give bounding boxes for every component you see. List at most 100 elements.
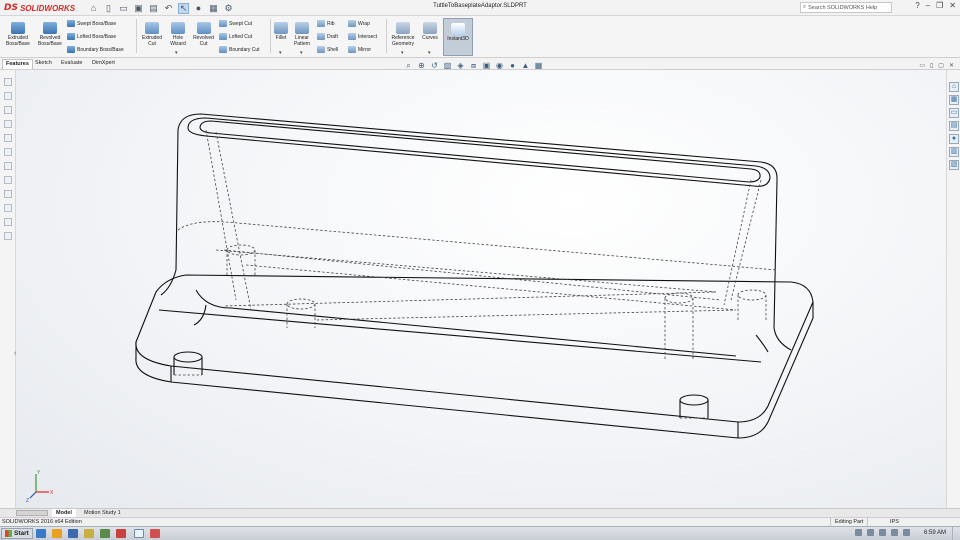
intersect-icon: [348, 33, 356, 40]
display-style-icon[interactable]: ▣: [482, 61, 491, 70]
dynamic-annotation-icon[interactable]: ◈: [456, 61, 465, 70]
zoom-to-area-icon[interactable]: ⊕: [417, 61, 426, 70]
view-palette-icon[interactable]: ▤: [949, 121, 959, 131]
file-explorer-icon[interactable]: ▭: [949, 108, 959, 118]
instant3d-button[interactable]: Instant3D: [443, 18, 473, 56]
volume-icon[interactable]: [903, 529, 910, 536]
feature-tree-icon[interactable]: [4, 78, 12, 86]
shell-label: Shell: [327, 46, 339, 53]
previous-view-icon[interactable]: ↺: [430, 61, 439, 70]
intersect-button[interactable]: Intersect: [348, 33, 377, 40]
reference-geometry-button[interactable]: Reference Geometry: [388, 22, 418, 47]
wall-base-fillet-right: [773, 327, 792, 351]
app-icon[interactable]: [150, 529, 160, 538]
dimxpert-manager-icon[interactable]: [4, 120, 12, 128]
revolved-boss-base-button[interactable]: Revolved Boss/Base: [34, 22, 66, 47]
zoom-to-fit-icon[interactable]: ⌕: [404, 61, 413, 70]
custom-properties-icon[interactable]: ▥: [949, 147, 959, 157]
feature-item-icon[interactable]: [4, 162, 12, 170]
solidworks-taskbar-icon[interactable]: [134, 529, 144, 538]
rib-button[interactable]: Rib: [317, 20, 335, 27]
graphics-viewport[interactable]: Y X Z: [16, 70, 946, 508]
help-search-box[interactable]: ⌕ Search SOLIDWORKS Help: [800, 2, 892, 13]
tab-evaluate[interactable]: Evaluate: [58, 59, 85, 69]
lofted-cut-button[interactable]: Lofted Cut: [219, 33, 252, 40]
view-settings-icon[interactable]: ▦: [534, 61, 543, 70]
apply-scene-icon[interactable]: ▲: [521, 61, 530, 70]
mirror-button[interactable]: Mirror: [348, 46, 371, 53]
revolved-boss-icon: [43, 22, 57, 34]
configuration-manager-icon[interactable]: [4, 106, 12, 114]
hidden-edge: [177, 221, 777, 271]
hole-wizard-button[interactable]: Hole Wizard: [166, 22, 190, 47]
curves-button[interactable]: Curves: [420, 22, 440, 41]
rib-icon: [317, 20, 325, 27]
viewport-tile-icon[interactable]: ▯: [930, 62, 933, 69]
fillet-button[interactable]: Fillet: [272, 22, 290, 41]
app-icon[interactable]: [116, 529, 126, 538]
hide-show-items-icon[interactable]: ◉: [495, 61, 504, 70]
section-view-icon[interactable]: ▧: [443, 61, 452, 70]
tab-dimxpert[interactable]: DimXpert: [89, 59, 118, 69]
design-library-icon[interactable]: ▦: [949, 95, 959, 105]
app-icon[interactable]: [100, 529, 110, 538]
shell-button[interactable]: Shell: [317, 46, 338, 53]
tab-sketch[interactable]: Sketch: [32, 59, 55, 69]
feature-item-icon[interactable]: [4, 190, 12, 198]
edit-appearance-icon[interactable]: ●: [508, 61, 517, 70]
start-button[interactable]: Start: [1, 528, 33, 539]
extruded-cut-button[interactable]: Extruded Cut: [138, 22, 166, 47]
sketch-item-icon[interactable]: [4, 176, 12, 184]
reference-geometry-dropdown-icon[interactable]: ▾: [401, 50, 404, 56]
tab-features[interactable]: Features: [2, 59, 33, 69]
appearances-icon[interactable]: ●: [949, 134, 959, 144]
tab-scroll-arrows[interactable]: [16, 510, 48, 516]
taskbar-clock[interactable]: 6:59 AM: [924, 530, 946, 536]
extruded-boss-base-button[interactable]: Extruded Boss/Base: [3, 22, 33, 47]
show-desktop-button[interactable]: [952, 527, 960, 540]
swept-boss-base-button[interactable]: Swept Boss/Base: [67, 20, 116, 27]
view-orientation-icon[interactable]: ⧈: [469, 61, 478, 70]
draft-button[interactable]: Draft: [317, 33, 338, 40]
hidden-edge: [205, 129, 762, 311]
status-mode: Editing Part: [830, 518, 869, 526]
forum-icon[interactable]: ▧: [949, 160, 959, 170]
feature-item-icon[interactable]: [4, 232, 12, 240]
viewport-close-icon[interactable]: ✕: [949, 62, 954, 69]
folder-icon[interactable]: [84, 529, 94, 538]
lofted-boss-base-button[interactable]: Lofted Boss/Base: [67, 33, 116, 40]
tray-icon[interactable]: [855, 529, 862, 536]
fillet-dropdown-icon[interactable]: ▾: [279, 50, 282, 56]
viewport-restore-icon[interactable]: ▭: [919, 62, 925, 69]
tray-icon[interactable]: [879, 529, 886, 536]
feature-item-icon[interactable]: [4, 148, 12, 156]
unit-system-selector[interactable]: IPS: [890, 519, 899, 525]
solidworks-resources-icon[interactable]: ⌂: [949, 82, 959, 92]
swept-cut-button[interactable]: Swept Cut: [219, 20, 252, 27]
revolved-cut-button[interactable]: Revolved Cut: [190, 22, 217, 47]
restore-icon[interactable]: ❐: [936, 1, 943, 10]
curves-dropdown-icon[interactable]: ▾: [428, 50, 431, 56]
feature-item-icon[interactable]: [4, 218, 12, 226]
app-icon[interactable]: [68, 529, 78, 538]
hole-wizard-dropdown-icon[interactable]: ▾: [175, 50, 178, 56]
internet-explorer-icon[interactable]: [36, 529, 46, 538]
hidden-hole-bore: [737, 295, 767, 322]
linear-pattern-dropdown-icon[interactable]: ▾: [300, 50, 303, 56]
viewport-maximize-icon[interactable]: ▢: [938, 62, 944, 69]
boundary-boss-base-button[interactable]: Boundary Boss/Base: [67, 46, 124, 53]
help-icon[interactable]: ?: [915, 1, 919, 10]
browser-icon[interactable]: [52, 529, 62, 538]
minimize-icon[interactable]: –: [926, 1, 930, 10]
lofted-boss-icon: [67, 33, 75, 40]
boundary-cut-button[interactable]: Boundary Cut: [219, 46, 260, 53]
property-manager-icon[interactable]: [4, 92, 12, 100]
feature-item-icon[interactable]: [4, 204, 12, 212]
display-manager-icon[interactable]: [4, 134, 12, 142]
close-icon[interactable]: ✕: [949, 1, 956, 10]
network-icon[interactable]: [891, 529, 898, 536]
tray-icon[interactable]: [867, 529, 874, 536]
wrap-button[interactable]: Wrap: [348, 20, 370, 27]
linear-pattern-button[interactable]: Linear Pattern: [291, 22, 313, 47]
windows-flag-icon: [5, 530, 12, 537]
